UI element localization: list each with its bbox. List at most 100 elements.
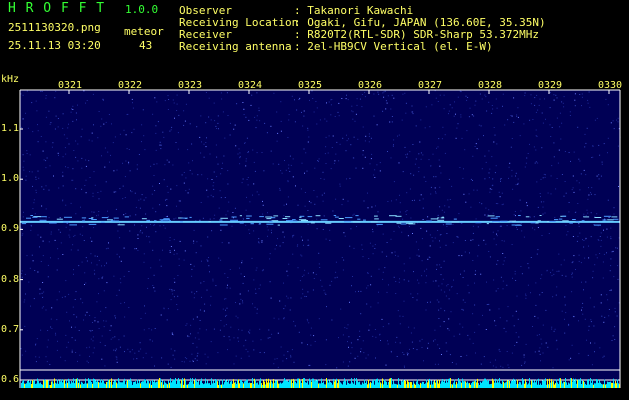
level-bar <box>189 381 190 388</box>
noise-dot <box>217 115 219 117</box>
level-bar <box>227 382 228 388</box>
noise-dot <box>441 354 442 355</box>
noise-dot <box>96 215 97 217</box>
noise-dot <box>205 92 207 93</box>
noise-dot <box>263 352 265 354</box>
noise-dot <box>124 316 126 318</box>
noise-dot <box>196 126 198 128</box>
noise-dot <box>254 170 256 172</box>
level-bar <box>39 383 40 388</box>
noise-dot <box>347 200 349 202</box>
noise-dot <box>438 318 440 319</box>
noise-dot <box>436 299 438 301</box>
noise-dot <box>521 230 523 232</box>
noise-dot <box>290 356 292 358</box>
noise-dot <box>459 90 461 92</box>
noise-dot <box>534 315 536 317</box>
noise-dot <box>36 338 38 340</box>
noise-dot <box>51 146 53 148</box>
noise-dot <box>193 265 195 267</box>
noise-dot <box>362 154 364 156</box>
noise-dot <box>172 354 174 356</box>
noise-dot <box>308 322 310 324</box>
noise-dot <box>242 217 244 219</box>
noise-dot <box>539 353 541 355</box>
level-bar <box>521 384 522 388</box>
level-bar <box>453 382 454 388</box>
noise-dot <box>493 127 495 128</box>
noise-dot <box>35 361 37 363</box>
noise-dot <box>452 223 454 225</box>
noise-dot <box>395 341 397 343</box>
noise-dot <box>606 236 608 238</box>
noise-dot <box>497 260 499 262</box>
noise-dot <box>515 172 517 174</box>
noise-dot <box>489 361 491 363</box>
level-bar <box>481 382 482 388</box>
noise-dot <box>390 351 392 353</box>
noise-dot <box>379 170 381 172</box>
noise-dot <box>293 361 295 363</box>
noise-dot <box>65 280 67 282</box>
noise-dot <box>432 153 434 155</box>
noise-dot <box>97 192 99 193</box>
noise-dot <box>398 227 400 229</box>
noise-dot <box>143 199 145 201</box>
level-bar <box>204 383 205 388</box>
noise-dot <box>497 230 499 232</box>
noise-dot <box>153 163 155 165</box>
noise-dot <box>573 191 575 193</box>
noise-dot <box>50 231 52 233</box>
noise-dot <box>572 175 574 177</box>
noise-dot <box>372 253 374 255</box>
level-bar <box>74 383 75 388</box>
level-bar <box>508 380 509 388</box>
noise-dot <box>438 309 440 311</box>
noise-dot <box>586 339 587 341</box>
signal-fleck <box>396 222 402 224</box>
level-bar <box>335 380 336 388</box>
noise-dot <box>322 200 324 202</box>
noise-dot <box>356 104 358 106</box>
signal-fleck <box>575 221 580 223</box>
noise-dot <box>474 146 476 147</box>
noise-dot <box>554 328 556 330</box>
level-bar <box>607 381 608 388</box>
noise-dot <box>576 240 578 242</box>
noise-dot <box>35 344 36 346</box>
noise-dot <box>539 347 541 349</box>
noise-dot <box>568 359 570 361</box>
noise-dot <box>415 158 417 160</box>
noise-dot <box>199 328 201 330</box>
noise-dot <box>513 97 515 99</box>
noise-dot <box>371 206 373 208</box>
noise-dot <box>549 124 551 126</box>
noise-dot <box>160 148 162 150</box>
noise-dot <box>90 338 92 340</box>
noise-dot <box>512 315 514 317</box>
noise-dot <box>563 106 565 108</box>
noise-dot <box>443 211 445 213</box>
noise-dot <box>583 246 585 248</box>
noise-dot <box>489 309 491 311</box>
noise-dot <box>472 313 474 315</box>
level-bar <box>591 382 592 388</box>
noise-dot <box>341 204 343 206</box>
level-bar <box>500 383 501 388</box>
noise-dot <box>155 149 157 151</box>
noise-dot <box>294 99 295 101</box>
level-bar <box>355 384 356 388</box>
noise-dot <box>67 167 69 169</box>
noise-dot <box>104 365 106 367</box>
noise-dot <box>81 188 83 190</box>
noise-dot <box>365 357 367 359</box>
noise-dot <box>128 307 130 308</box>
level-bar <box>550 382 551 388</box>
noise-dot <box>45 160 47 162</box>
noise-dot <box>328 135 330 137</box>
noise-dot <box>22 233 24 235</box>
noise-dot <box>22 216 24 218</box>
noise-dot <box>610 289 612 291</box>
noise-dot <box>318 160 319 162</box>
signal-fleck <box>160 220 169 222</box>
